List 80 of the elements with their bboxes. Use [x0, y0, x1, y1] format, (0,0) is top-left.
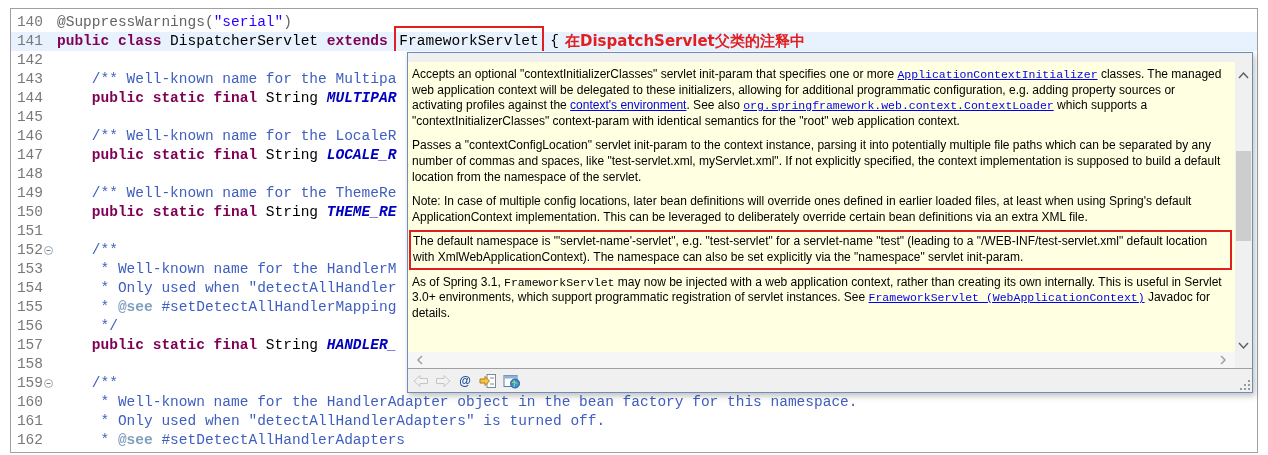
line-number: 151: [16, 222, 43, 241]
code-text: DispatcherServlet: [169, 32, 320, 51]
link[interactable]: ApplicationContextInitializer: [897, 68, 1098, 81]
code-text: String: [264, 203, 320, 222]
line-number: 149: [16, 184, 43, 203]
horizontal-scrollbar[interactable]: [408, 352, 1235, 368]
comment-text: * Well-known name for the HandlerAdapter object in the bean factory for this namespace.: [100, 393, 858, 412]
line-number: 145: [16, 108, 43, 127]
scroll-down-icon[interactable]: [1238, 342, 1249, 350]
keyword: public class: [57, 32, 162, 51]
constant-name: THEME_RE: [326, 203, 397, 222]
line-number: 152: [16, 241, 43, 260]
constant-name: HANDLER_: [326, 336, 397, 355]
comment-text: */: [100, 317, 118, 336]
line-number: 150: [16, 203, 43, 222]
comment-text: /** Well-known name for the LocaleR: [91, 127, 397, 146]
scroll-right-icon[interactable]: [1219, 355, 1227, 365]
doc-paragraph: Note: In case of multiple config locations, later bean definitions will override ones defined in earlier loaded files, at least when using Spring's default ApplicationContext implementation. This can be leveraged to deliberately override certain bean definitions via an extra XML file.: [412, 194, 1193, 226]
scroll-up-icon[interactable]: [1238, 71, 1249, 79]
javadoc-button[interactable]: @: [457, 374, 473, 387]
code-text: String: [264, 336, 320, 355]
external-browser-icon[interactable]: [502, 372, 521, 389]
comment-text: #setDetectAllHandlerMapping: [160, 298, 397, 317]
scrollbar-thumb[interactable]: [1236, 150, 1251, 241]
javadoc-tag: @see: [117, 298, 153, 317]
line-number: 148: [16, 165, 43, 184]
keyword: public static final: [91, 146, 258, 165]
line-number: 140: [16, 13, 43, 32]
code-text: {: [549, 32, 559, 51]
annotation: @SuppressWarnings(: [57, 13, 214, 32]
highlighted-class-name: FrameworkServlet: [396, 28, 542, 55]
link[interactable]: org.springframework.web.context.ContextLoader: [743, 99, 1054, 113]
collapse-icon[interactable]: [44, 246, 53, 255]
comment-text: *: [100, 431, 111, 450]
keyword: public static final: [91, 203, 258, 222]
line-number: 153: [16, 260, 43, 279]
line-number: 157: [16, 336, 43, 355]
line-number: 154: [16, 279, 43, 298]
comment-text: /**: [91, 374, 118, 393]
vertical-scrollbar[interactable]: [1235, 53, 1252, 368]
line-number: 158: [16, 355, 43, 374]
line-number: 162: [16, 431, 43, 450]
constant-name: LOCALE_R: [326, 146, 397, 165]
keyword: public static final: [91, 89, 258, 108]
resize-grip-icon[interactable]: [1240, 380, 1250, 390]
line-number: 142: [16, 51, 43, 70]
comment-text: #setDetectAllHandlerAdapters: [160, 431, 406, 450]
doc-paragraph: As of Spring 3.1, FrameworkServlet may now be injected with a web application context, rather than creating its own internally. This is useful in Servlet 3.0+ environments, which support programmatic registration of servlet instances. See FrameworkServlet (WebApplicationContext) Javadoc for details.: [412, 274, 1223, 322]
javadoc-tag: @see: [117, 431, 153, 450]
comment-text: *: [100, 298, 111, 317]
code-text: String: [264, 146, 320, 165]
line-number: 161: [16, 412, 43, 431]
string-literal: "serial": [213, 13, 284, 32]
line-number: 144: [16, 89, 43, 108]
line-number: 155: [16, 298, 43, 317]
comment-text: * Only used when "detectAllHandler: [100, 279, 397, 298]
line-number: 160: [16, 393, 43, 412]
line-number: 146: [16, 127, 43, 146]
constant-name: MULTIPAR: [326, 89, 397, 108]
line-number: 141: [16, 32, 43, 51]
comment-text: /** Well-known name for the ThemeRe: [91, 184, 397, 203]
doc-paragraph: Accepts an optional "contextInitializerClasses" servlet init-param that specifies one or more ApplicationContextInitializer classes. The managed web application context will be delegated to these initializers, allowing for additional programmatic configuration, e.g. adding property sources or activating profiles against the context's environment. See also org.springframework.web.context.ContextLoader which supports a "contextInitializerClasses" context-param with identical semantics for the "root" web application context.: [412, 67, 1223, 130]
line-number: 143: [16, 70, 43, 89]
annotation: ): [283, 13, 292, 32]
collapse-icon[interactable]: [44, 379, 53, 388]
comment-text: /** Well-known name for the Multipa: [91, 70, 397, 89]
link[interactable]: FrameworkServlet (WebApplicationContext): [868, 291, 1145, 305]
doc-paragraph: Passes a "contextConfigLocation" servlet init-param to the context instance, parsing it into potentially multiple file paths which can be separated by any number of commas and spaces, like "test-servlet.xml, myServlet.xml". If not explicitly specified, the context implementation is supposed to build a default location from the namespace of the servlet.: [412, 138, 1222, 186]
code-text: String: [264, 89, 320, 108]
scroll-left-icon[interactable]: [416, 355, 424, 365]
line-number: 156: [16, 317, 43, 336]
line-number: 147: [16, 146, 43, 165]
annotation-note: 在DispatchServlet父类的注释中: [565, 32, 805, 51]
comment-text: * Well-known name for the HandlerM: [100, 260, 397, 279]
line-number: 159: [16, 374, 43, 393]
keyword: public static final: [91, 336, 258, 355]
comment-text: /**: [91, 241, 118, 260]
comment-text: * Only used when "detectAllHandlerAdapters" is turned off.: [100, 412, 606, 431]
keyword: extends: [326, 32, 388, 51]
open-declaration-icon[interactable]: [478, 372, 497, 389]
